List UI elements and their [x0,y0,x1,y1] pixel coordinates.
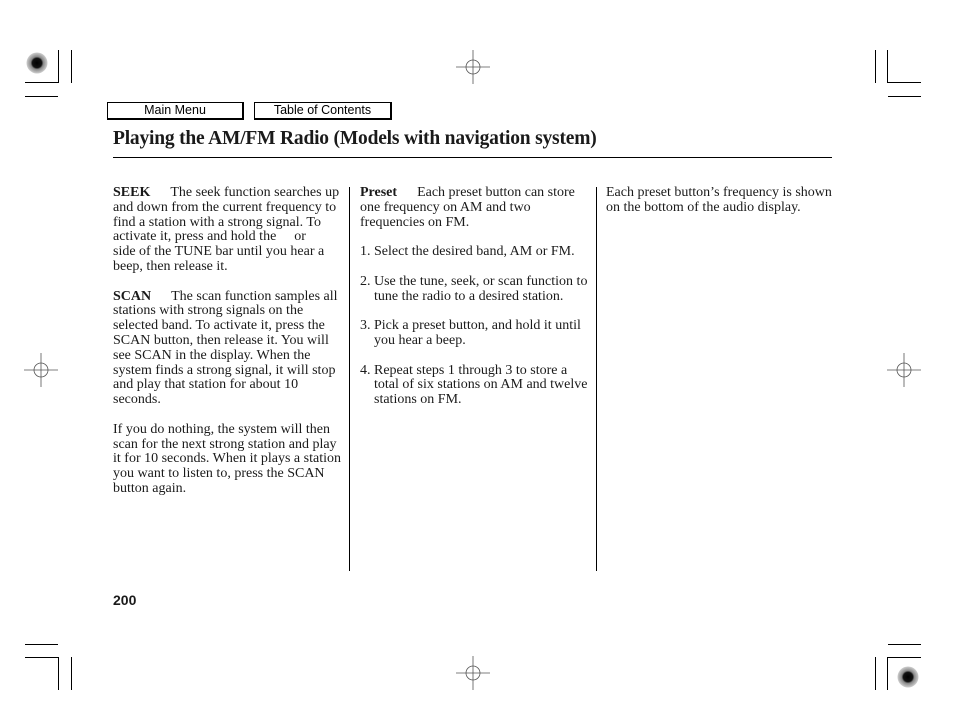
preset-paragraph: Preset Each preset button can store one f… [360,185,592,230]
step-number: 2. [360,273,371,289]
seek-text-after: side of the TUNE bar until you hear a be… [113,244,325,274]
crop-mark [887,50,888,83]
crop-mark [58,50,59,83]
seek-paragraph: SEEK The seek function searches up and do… [113,185,345,275]
step-text: Pick a preset button, and hold it until … [374,318,581,348]
crosshair-icon [24,353,58,387]
seek-text-or: or [294,229,306,245]
crosshair-icon [456,50,490,84]
registration-target-icon [26,52,48,74]
crosshair-icon [887,353,921,387]
crop-mark [875,50,876,83]
column-divider [596,187,597,571]
preset-label: Preset [360,185,398,200]
crop-mark [888,96,921,97]
table-of-contents-button[interactable]: Table of Contents [254,102,392,120]
step-number: 1. [360,244,371,260]
crop-mark [71,50,72,83]
main-menu-button[interactable]: Main Menu [107,102,244,120]
preset-display-paragraph: Each preset button’s frequency is shown … [606,185,832,215]
crop-mark [25,644,58,645]
crop-mark [25,657,59,658]
page-title: Playing the AM/FM Radio (Models with nav… [113,128,597,149]
step-text: Select the desired band, AM or FM. [374,244,575,260]
seek-label: SEEK [113,185,151,200]
scan-followup-paragraph: If you do nothing, the system will then … [113,421,341,496]
crop-mark [888,644,921,645]
crosshair-icon [456,656,490,690]
column-preset-display: Each preset button’s frequency is shown … [606,185,834,230]
step-text: Repeat steps 1 through 3 to store a tota… [374,362,588,408]
column-seek-scan: SEEK The seek function searches up and do… [113,185,345,512]
registration-target-icon [897,666,919,688]
scan-paragraph: SCAN The scan function samples all statio… [113,288,345,408]
page-number: 200 [113,592,137,608]
crop-mark [887,657,888,690]
column-divider [349,187,350,571]
step-item: 4. Repeat steps 1 through 3 to store a to… [360,362,592,408]
title-divider [113,157,832,158]
crop-mark [25,82,59,83]
step-item: 1. Select the desired band, AM or FM. [360,244,592,260]
crop-mark [875,657,876,690]
column-preset: Preset Each preset button can store one f… [360,185,592,423]
crop-mark [58,657,59,690]
crop-mark [887,657,921,658]
step-text: Use the tune, seek, or scan function to … [374,273,588,304]
step-item: 3. Pick a preset button, and hold it unti… [360,318,592,349]
scan-text: The scan function samples all stations w… [113,288,338,408]
crop-mark [887,82,921,83]
step-item: 2. Use the tune, seek, or scan function t… [360,273,592,305]
step-number: 4. [360,362,371,378]
crop-mark [71,657,72,690]
step-number: 3. [360,318,371,334]
crop-mark [25,96,58,97]
scan-label: SCAN [113,288,152,304]
